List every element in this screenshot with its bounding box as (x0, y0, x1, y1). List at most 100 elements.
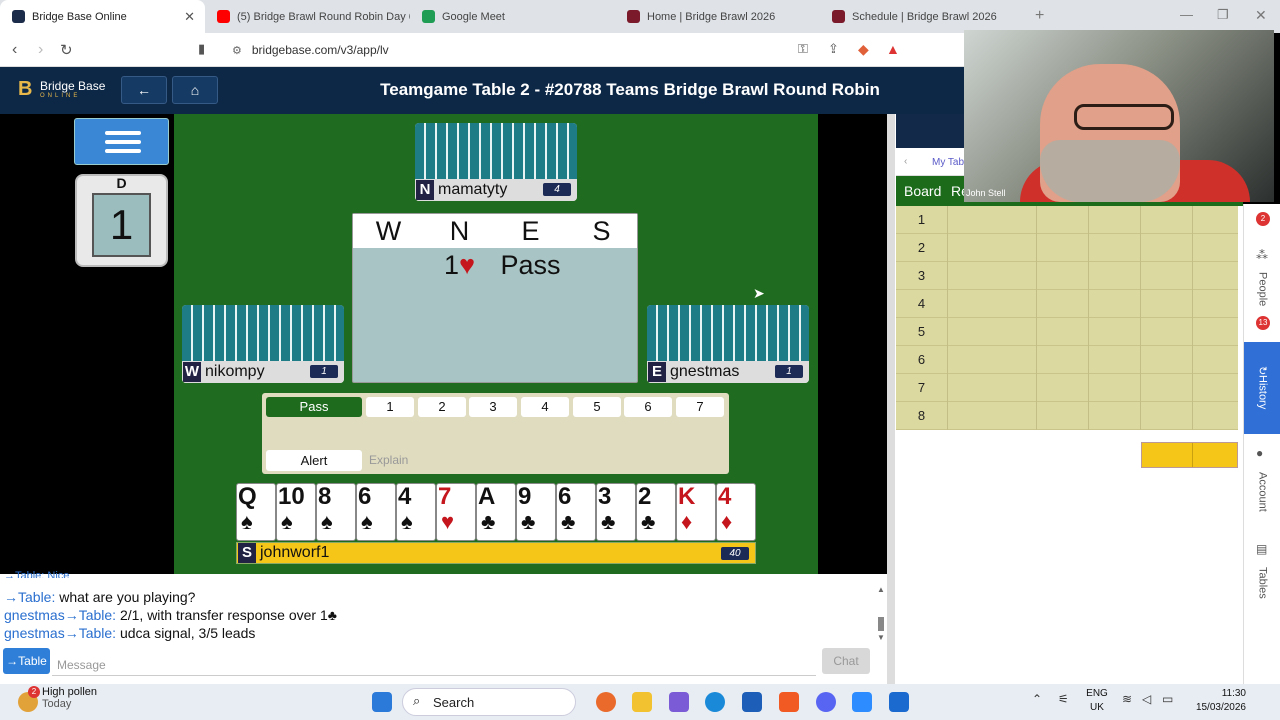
south-nameplate[interactable]: S johnworf1 40 (236, 542, 756, 564)
maximize-icon[interactable]: ❐ (1217, 7, 1229, 23)
explain-field[interactable]: Explain (369, 453, 408, 467)
menu-button[interactable] (74, 118, 169, 165)
sidebar-item-people[interactable]: People (1244, 264, 1280, 314)
north-nameplate[interactable]: N mamatyty 4 (415, 179, 577, 201)
card-suit: ♠ (361, 509, 373, 534)
tab-google-meet[interactable]: Google Meet (410, 0, 615, 33)
close-icon[interactable]: ✕ (184, 9, 195, 25)
chevron-up-icon[interactable]: ⌃ (1032, 692, 1042, 706)
forward-icon[interactable]: › (38, 41, 43, 59)
card[interactable]: 6 ♠ (356, 483, 396, 541)
card[interactable]: 10 ♠ (276, 483, 316, 541)
scroll-down-icon[interactable]: ▼ (877, 633, 885, 642)
taskbar-search[interactable]: ⌕ Search (402, 688, 576, 716)
windows-start-icon[interactable] (372, 692, 392, 712)
message-input[interactable]: Message (52, 650, 816, 676)
east-nameplate[interactable]: E gnestmas 1 (647, 361, 809, 383)
firefox-icon[interactable] (596, 692, 616, 712)
discord-icon[interactable] (816, 692, 836, 712)
alert-button[interactable]: Alert (266, 450, 362, 471)
tab-bridge-base-online[interactable]: Bridge Base Online ✕ (0, 0, 205, 33)
card[interactable]: 9 ♣ (516, 483, 556, 541)
store-icon[interactable] (742, 692, 762, 712)
chat-text: what are you playing? (55, 589, 196, 605)
shield-icon (832, 10, 845, 23)
west-nameplate[interactable]: W nikompy 1 (182, 361, 344, 383)
level-4-button[interactable]: 4 (521, 397, 569, 417)
card-rank: 9 (518, 483, 532, 510)
weather-widget[interactable]: High pollen Today (42, 686, 97, 710)
level-3-button[interactable]: 3 (469, 397, 517, 417)
level-7-button[interactable]: 7 (676, 397, 724, 417)
brave-shield-icon[interactable]: ◆ (858, 41, 869, 58)
language-code: ENG (1086, 688, 1108, 699)
people-icon: ⁂ (1256, 248, 1268, 262)
key-icon[interactable]: ⚿ (798, 41, 808, 57)
table-gutter (818, 114, 887, 574)
network-icon[interactable]: ⚟ (1058, 692, 1069, 706)
card[interactable]: 2 ♣ (636, 483, 676, 541)
board-number: 1 (92, 193, 151, 257)
sidebar-item-history[interactable]: ↻ History (1244, 342, 1280, 434)
card-suit: ♣ (481, 509, 496, 534)
copilot-icon[interactable] (669, 692, 689, 712)
tab-my-table[interactable]: My Tab (932, 157, 964, 168)
seat-label: N (416, 180, 434, 200)
card[interactable]: A ♣ (476, 483, 516, 541)
brave-icon[interactable] (779, 692, 799, 712)
sidebar-item-account[interactable]: Account (1244, 462, 1280, 522)
card[interactable]: K ♦ (676, 483, 716, 541)
word-icon[interactable] (889, 692, 909, 712)
site-info-icon[interactable]: ⚙ (232, 44, 242, 57)
file-explorer-icon[interactable] (632, 692, 652, 712)
level-1-button[interactable]: 1 (366, 397, 414, 417)
card[interactable]: 3 ♣ (596, 483, 636, 541)
url-field[interactable]: ⚙ bridgebase.com/v3/app/lv (222, 37, 912, 63)
shield-icon (627, 10, 640, 23)
tab-youtube[interactable]: (5) Bridge Brawl Round Robin Day 6 (205, 0, 410, 33)
level-2-button[interactable]: 2 (418, 397, 466, 417)
volume-icon[interactable]: ◁ (1142, 692, 1151, 706)
tab-home-bridge-brawl[interactable]: Home | Bridge Brawl 2026 (615, 0, 820, 33)
pass-button[interactable]: Pass (266, 397, 362, 417)
sidebar-item-tables[interactable]: Tables (1244, 560, 1280, 606)
browser-tab-bar: Bridge Base Online ✕ (5) Bridge Brawl Ro… (0, 0, 1280, 33)
back-icon[interactable]: ‹ (12, 41, 17, 59)
tab-schedule-bridge-brawl[interactable]: Schedule | Bridge Brawl 2026 (820, 0, 1025, 33)
auction-col-east: E (521, 216, 540, 246)
scroll-up-icon[interactable]: ▲ (877, 585, 885, 594)
card[interactable]: Q ♠ (236, 483, 276, 541)
scroll-thumb[interactable] (878, 617, 884, 631)
chevron-left-icon[interactable]: ‹ (904, 156, 907, 167)
chat-scrollbar[interactable]: ▲ ▼ (877, 585, 885, 643)
zoom-icon[interactable] (852, 692, 872, 712)
language-indicator[interactable]: ENG UK (1082, 687, 1112, 715)
window-close-icon[interactable]: ✕ (1255, 7, 1267, 24)
bookmark-icon[interactable]: ▮ (198, 41, 205, 57)
share-icon[interactable]: ⇪ (828, 41, 839, 57)
reload-icon[interactable]: ↻ (60, 41, 73, 59)
wifi-icon[interactable]: ≋ (1122, 692, 1132, 706)
chat-target-button[interactable]: →Table (3, 648, 50, 674)
edge-icon[interactable] (705, 692, 725, 712)
level-5-button[interactable]: 5 (573, 397, 621, 417)
new-tab-icon[interactable]: + (1035, 7, 1044, 25)
card[interactable]: 4 ♦ (716, 483, 756, 541)
minimize-icon[interactable]: — (1180, 7, 1193, 22)
card[interactable]: 6 ♣ (556, 483, 596, 541)
player-name: mamatyty (438, 181, 508, 198)
level-6-button[interactable]: 6 (624, 397, 672, 417)
card[interactable]: 7 ♥ (436, 483, 476, 541)
home-button[interactable]: ⌂ (172, 76, 218, 104)
card[interactable]: 8 ♠ (316, 483, 356, 541)
back-button[interactable]: ← (121, 76, 167, 104)
divider (1192, 206, 1193, 430)
system-clock[interactable]: 11:30 15/03/2026 (1190, 687, 1246, 715)
brave-rewards-icon[interactable]: ▲ (886, 41, 900, 57)
auction-col-west: W (375, 216, 402, 246)
chat-send-button[interactable]: Chat (822, 648, 870, 674)
hamburger-icon (105, 140, 141, 144)
hamburger-icon (105, 149, 141, 153)
card[interactable]: 4 ♠ (396, 483, 436, 541)
battery-icon[interactable]: ▭ (1162, 692, 1173, 706)
